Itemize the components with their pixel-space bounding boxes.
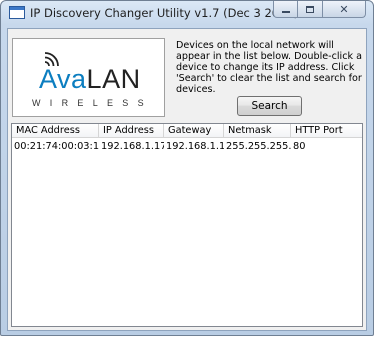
minimize-button[interactable] — [273, 1, 298, 18]
logo-brand-part1: Ava — [39, 64, 87, 94]
maximize-button[interactable] — [298, 1, 323, 18]
column-header-ip-address[interactable]: IP Address — [99, 124, 164, 138]
logo-wordmark: AvaLAN — [39, 66, 141, 93]
device-list-header: MAC Address IP Address Gateway Netmask H… — [12, 124, 362, 138]
minimize-icon — [281, 11, 290, 13]
close-icon: ✕ — [339, 2, 349, 16]
column-header-gateway[interactable]: Gateway — [164, 124, 224, 138]
column-header-mac-address[interactable]: MAC Address — [12, 124, 99, 138]
maximize-icon — [306, 5, 314, 13]
window-title: IP Discovery Changer Utility v1.7 (Dec 3… — [30, 6, 299, 20]
app-window-icon[interactable] — [9, 6, 25, 19]
device-ip-address: 192.168.1.17 — [101, 141, 164, 152]
device-netmask: 255.255.255.0 — [226, 141, 291, 152]
device-list[interactable]: MAC Address IP Address Gateway Netmask H… — [11, 123, 363, 327]
device-row[interactable]: 00:21:74:00:03:15 192.168.1.17 192.168.1… — [12, 140, 362, 153]
logo-brand-part2: LAN — [86, 64, 141, 94]
column-header-http-port[interactable]: HTTP Port — [291, 124, 362, 138]
device-mac-address: 00:21:74:00:03:15 — [14, 141, 99, 152]
avalan-logo: AvaLAN WIRELESS — [12, 38, 165, 117]
logo-tagline: WIRELESS — [32, 98, 153, 108]
app-window: IP Discovery Changer Utility v1.7 (Dec 3… — [0, 0, 374, 336]
search-button[interactable]: Search — [237, 96, 302, 116]
instructions-text: Devices on the local network will appear… — [176, 40, 362, 95]
caption-buttons: ✕ — [273, 1, 366, 19]
client-area: AvaLAN WIRELESS Devices on the local net… — [7, 28, 367, 331]
close-button[interactable]: ✕ — [323, 1, 366, 18]
column-header-netmask[interactable]: Netmask — [224, 124, 291, 138]
device-gateway: 192.168.1.1 — [166, 141, 224, 152]
title-bar[interactable]: IP Discovery Changer Utility v1.7 (Dec 3… — [1, 1, 373, 27]
device-http-port: 80 — [293, 141, 306, 152]
